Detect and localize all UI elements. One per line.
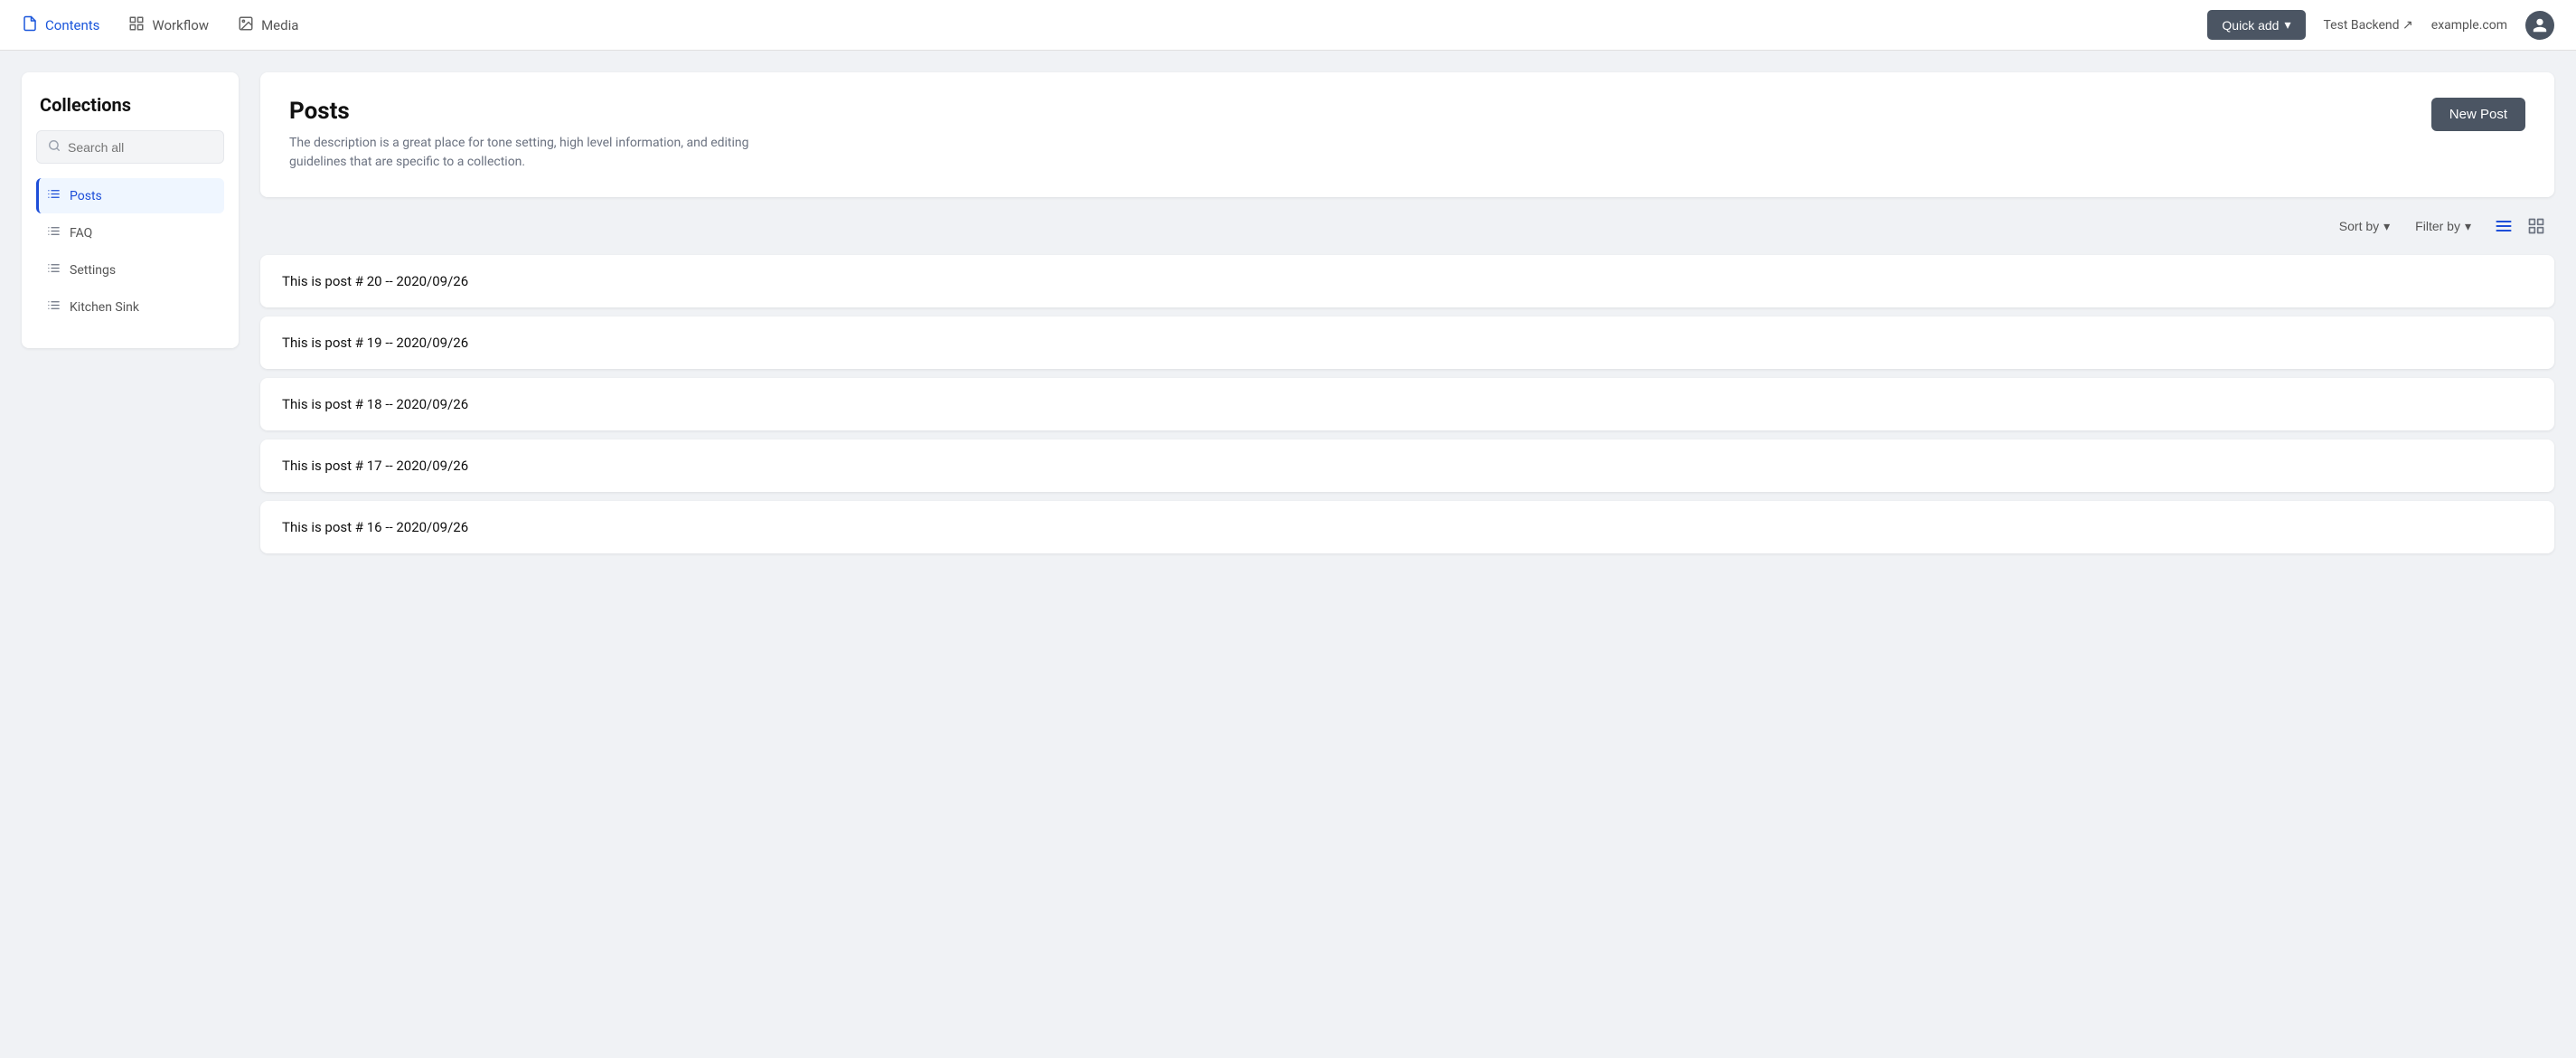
- filter-dropdown-icon: ▾: [2465, 219, 2471, 234]
- post-item[interactable]: This is post # 16 -- 2020/09/26: [260, 501, 2554, 553]
- post-item[interactable]: This is post # 18 -- 2020/09/26: [260, 378, 2554, 430]
- sidebar-item-kitchen-sink[interactable]: Kitchen Sink: [36, 289, 224, 325]
- site-label: example.com: [2431, 18, 2507, 33]
- contents-icon: [22, 15, 38, 35]
- backend-label: Test Backend ↗: [2324, 18, 2413, 33]
- filter-by-label: Filter by: [2415, 219, 2460, 233]
- post-item[interactable]: This is post # 17 -- 2020/09/26: [260, 439, 2554, 492]
- quick-add-label: Quick add: [2222, 18, 2279, 33]
- page-title: Posts: [289, 98, 759, 125]
- sort-by-label: Sort by: [2339, 219, 2379, 233]
- search-icon: [48, 138, 61, 156]
- nav-item-contents[interactable]: Contents: [22, 12, 99, 39]
- site-link[interactable]: example.com: [2431, 18, 2507, 33]
- quick-add-button[interactable]: Quick add ▾: [2207, 10, 2305, 40]
- posts-header-text: Posts The description is a great place f…: [289, 98, 759, 172]
- posts-collection-icon: [47, 187, 61, 204]
- nav-media-label: Media: [261, 17, 298, 33]
- sidebar-item-settings-label: Settings: [70, 263, 116, 278]
- workflow-icon: [128, 15, 145, 35]
- nav-workflow-label: Workflow: [152, 17, 209, 33]
- backend-link[interactable]: Test Backend ↗: [2324, 18, 2413, 33]
- sort-by-button[interactable]: Sort by ▾: [2332, 213, 2397, 240]
- user-avatar[interactable]: [2525, 11, 2554, 40]
- search-box[interactable]: [36, 130, 224, 164]
- filter-by-button[interactable]: Filter by ▾: [2408, 213, 2478, 240]
- grid-view-button[interactable]: [2522, 212, 2551, 241]
- media-icon: [238, 15, 254, 35]
- top-navigation: Contents Workflow Media Quick add: [0, 0, 2576, 51]
- new-post-button[interactable]: New Post: [2431, 98, 2525, 131]
- page-description: The description is a great place for ton…: [289, 134, 759, 172]
- page-body: Collections Posts: [0, 51, 2576, 1007]
- posts-header-card: Posts The description is a great place f…: [260, 72, 2554, 197]
- topnav-right: Quick add ▾ Test Backend ↗ example.com: [2207, 10, 2554, 40]
- post-item[interactable]: This is post # 19 -- 2020/09/26: [260, 316, 2554, 369]
- settings-collection-icon: [47, 261, 61, 279]
- sidebar-item-settings[interactable]: Settings: [36, 252, 224, 288]
- sidebar-item-posts[interactable]: Posts: [36, 178, 224, 213]
- quick-add-arrow-icon: ▾: [2284, 17, 2290, 33]
- kitchen-sink-collection-icon: [47, 298, 61, 316]
- post-item[interactable]: This is post # 20 -- 2020/09/26: [260, 255, 2554, 307]
- search-input[interactable]: [68, 140, 212, 155]
- topnav-left: Contents Workflow Media: [22, 12, 2207, 39]
- sort-dropdown-icon: ▾: [2383, 219, 2390, 234]
- nav-item-media[interactable]: Media: [238, 12, 298, 39]
- sidebar-title: Collections: [36, 94, 224, 116]
- main-content: Posts The description is a great place f…: [260, 72, 2554, 986]
- sidebar-item-posts-label: Posts: [70, 189, 102, 203]
- nav-contents-label: Contents: [45, 17, 99, 33]
- sidebar-item-faq[interactable]: FAQ: [36, 215, 224, 250]
- filter-bar: Sort by ▾ Filter by ▾: [260, 212, 2554, 241]
- sidebar: Collections Posts: [22, 72, 239, 348]
- view-toggle: [2489, 212, 2551, 241]
- new-post-label: New Post: [2449, 107, 2507, 122]
- faq-collection-icon: [47, 224, 61, 241]
- nav-item-workflow[interactable]: Workflow: [128, 12, 209, 39]
- list-view-button[interactable]: [2489, 212, 2518, 241]
- posts-list: This is post # 20 -- 2020/09/26 This is p…: [260, 255, 2554, 553]
- sidebar-item-faq-label: FAQ: [70, 226, 92, 241]
- sidebar-item-kitchen-sink-label: Kitchen Sink: [70, 300, 139, 315]
